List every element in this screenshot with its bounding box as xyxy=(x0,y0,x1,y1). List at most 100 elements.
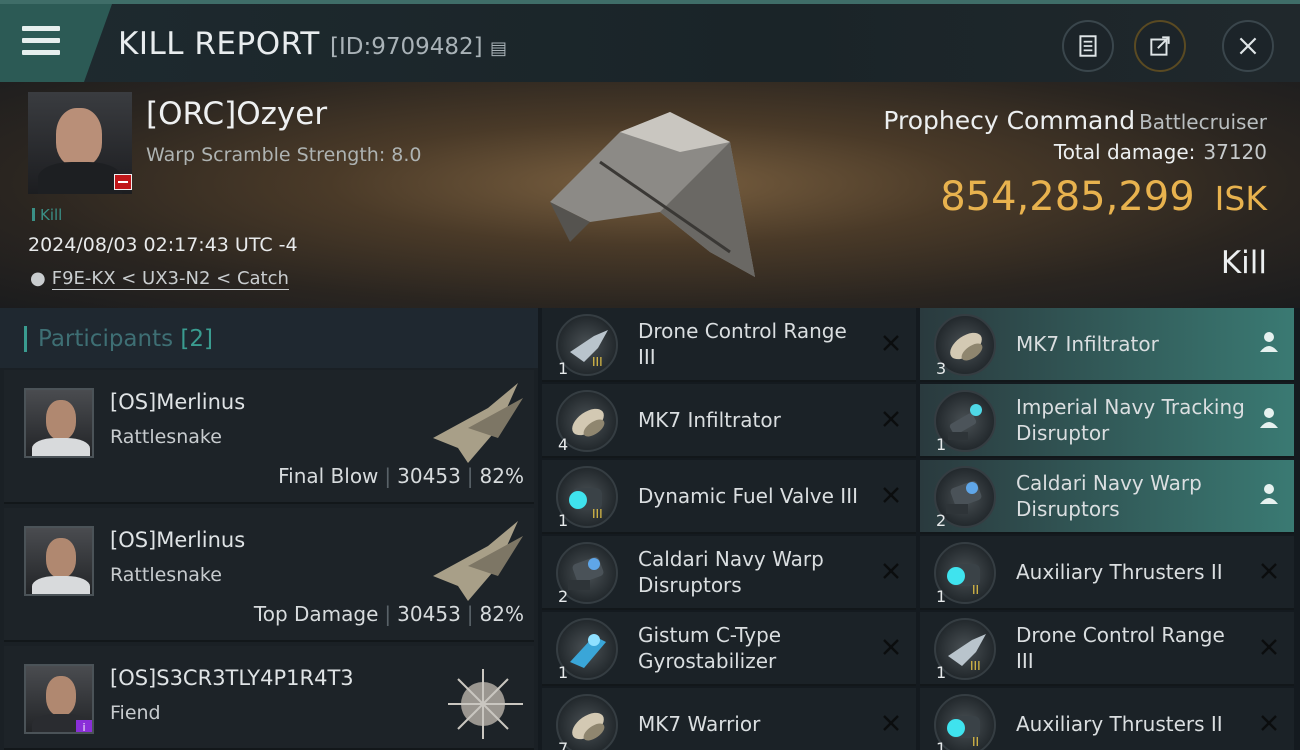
participant-avatar[interactable]: i xyxy=(24,664,94,734)
item-name: Drone Control Range III xyxy=(638,319,847,369)
victim-banner: [ORC]Ozyer Warp Scramble Strength: 8.0 K… xyxy=(0,82,1300,308)
participants-panel: Participants [2] [OS]Merlinus Rattlesnak… xyxy=(0,308,538,750)
kill-tag: Kill xyxy=(32,206,62,224)
participant-ship-image xyxy=(433,383,523,463)
menu-tab[interactable] xyxy=(0,4,112,82)
participant-card[interactable]: i [OS]S3CR3TLY4P1R4T3 Fiend xyxy=(4,646,534,750)
item-tile[interactable]: 2 Caldari Navy Warp Disruptors xyxy=(542,536,916,610)
participant-name[interactable]: [OS]Merlinus xyxy=(110,528,245,552)
share-icon xyxy=(1150,36,1170,56)
report-id[interactable]: [ID:9709482] ▤ xyxy=(330,34,507,60)
ship-class: Battlecruiser xyxy=(1139,110,1267,134)
item-tile[interactable]: II 1 Auxiliary Thrusters II xyxy=(920,688,1294,750)
item-quantity: 1 xyxy=(936,587,947,606)
pilot-icon[interactable] xyxy=(1258,406,1280,430)
item-name: Gistum C-Type Gyrostabilizer xyxy=(638,623,782,673)
location-link[interactable]: F9E-KX < UX3-N2 < Catch xyxy=(51,268,289,290)
svg-text:III: III xyxy=(970,659,981,673)
destroyed-x-icon xyxy=(883,563,899,579)
header-bar: KILL REPORT [ID:9709482] ▤ xyxy=(0,0,1300,82)
warp-scramble-strength: Warp Scramble Strength: 8.0 xyxy=(146,144,422,166)
item-name: MK7 Infiltrator xyxy=(1016,332,1159,356)
svg-text:II: II xyxy=(972,735,979,749)
item-tile[interactable]: 3 MK7 Infiltrator xyxy=(920,308,1294,382)
info-badge-icon: i xyxy=(76,720,92,732)
participant-damage: 30453 xyxy=(397,464,461,488)
item-name: Imperial Navy Tracking Disruptor xyxy=(1016,395,1245,445)
participant-avatar[interactable] xyxy=(24,388,94,458)
copy-icon[interactable]: ▤ xyxy=(490,38,507,59)
share-button[interactable] xyxy=(1134,20,1186,72)
pilot-icon[interactable] xyxy=(1258,482,1280,506)
participant-ship-image xyxy=(433,521,523,601)
participants-header: Participants [2] xyxy=(0,308,538,368)
isk-amount: 854,285,299 xyxy=(940,174,1195,220)
report-id-text: [ID:9709482] xyxy=(330,34,483,60)
item-name: Auxiliary Thrusters II xyxy=(1016,560,1223,584)
item-quantity: 1 xyxy=(558,663,569,682)
hamburger-menu-icon[interactable] xyxy=(22,26,60,58)
item-tile[interactable]: III 1 Drone Control Range III xyxy=(542,308,916,382)
participant-stats: Top Damage | 30453 | 82% xyxy=(253,602,524,626)
item-quantity: 1 xyxy=(558,359,569,378)
item-name: Dynamic Fuel Valve III xyxy=(638,484,858,508)
item-name: Drone Control Range III xyxy=(1016,623,1225,673)
destroyed-x-icon xyxy=(1261,639,1277,655)
victim-name[interactable]: [ORC]Ozyer xyxy=(146,96,327,132)
close-icon xyxy=(1239,37,1257,55)
item-name: Caldari Navy Warp Disruptors xyxy=(1016,471,1202,521)
participant-card[interactable]: [OS]Merlinus Rattlesnake Top Damage | 3045… xyxy=(4,508,534,642)
participant-ship-image xyxy=(448,669,523,739)
destroyed-x-icon xyxy=(883,335,899,351)
destroyed-x-icon xyxy=(1261,563,1277,579)
destroyed-x-icon xyxy=(883,487,899,503)
total-damage-label: Total damage: xyxy=(1053,140,1196,164)
item-tile[interactable]: II 1 Auxiliary Thrusters II xyxy=(920,536,1294,610)
item-name: MK7 Warrior xyxy=(638,712,761,736)
total-damage: Total damage: 37120 xyxy=(1054,140,1267,164)
victim-ship-image xyxy=(550,112,755,277)
svg-text:II: II xyxy=(972,583,979,597)
participants-label: Participants xyxy=(38,326,174,352)
participants-count: [2] xyxy=(180,326,214,352)
item-tile[interactable]: 7 MK7 Warrior xyxy=(542,688,916,750)
participant-percent: 82% xyxy=(479,602,524,626)
item-tile[interactable]: 2 Caldari Navy Warp Disruptors xyxy=(920,460,1294,534)
destroyed-x-icon xyxy=(883,639,899,655)
kill-datetime: 2024/08/03 02:17:43 UTC -4 xyxy=(28,234,298,256)
victim-ship[interactable]: Prophecy Command Battlecruiser xyxy=(883,106,1267,135)
close-button[interactable] xyxy=(1222,20,1274,72)
isk-unit: ISK xyxy=(1214,179,1267,218)
item-tile[interactable]: 1 Gistum C-Type Gyrostabilizer xyxy=(542,612,916,686)
participant-avatar[interactable] xyxy=(24,526,94,596)
destroyed-x-icon xyxy=(883,411,899,427)
standing-badge-icon xyxy=(114,174,132,190)
item-quantity: 1 xyxy=(558,511,569,530)
item-name: Caldari Navy Warp Disruptors xyxy=(638,547,824,597)
ship-name: Prophecy Command xyxy=(883,106,1136,135)
clipboard-button[interactable] xyxy=(1062,20,1114,72)
item-quantity: 2 xyxy=(558,587,569,606)
item-quantity: 1 xyxy=(936,663,947,682)
participant-damage: 30453 xyxy=(397,602,461,626)
participant-name[interactable]: [OS]S3CR3TLY4P1R4T3 xyxy=(110,666,354,690)
participant-name[interactable]: [OS]Merlinus xyxy=(110,390,245,414)
item-tile[interactable]: 1 Imperial Navy Tracking Disruptor xyxy=(920,384,1294,458)
kill-location[interactable]: ● F9E-KX < UX3-N2 < Catch xyxy=(30,268,289,290)
item-tile[interactable]: 4 MK7 Infiltrator xyxy=(542,384,916,458)
item-tile[interactable]: III 1 Drone Control Range III xyxy=(920,612,1294,686)
isk-value: 854,285,299 ISK xyxy=(940,174,1267,220)
item-tile[interactable]: III 1 Dynamic Fuel Valve III xyxy=(542,460,916,534)
item-name: MK7 Infiltrator xyxy=(638,408,781,432)
location-pin-icon: ● xyxy=(30,268,46,289)
pilot-icon[interactable] xyxy=(1258,330,1280,354)
participant-stats: Final Blow | 30453 | 82% xyxy=(278,464,524,488)
participant-card[interactable]: [OS]Merlinus Rattlesnake Final Blow | 3045… xyxy=(4,370,534,504)
participant-role: Final Blow xyxy=(278,464,379,488)
svg-text:III: III xyxy=(592,507,603,521)
destroyed-x-icon xyxy=(883,715,899,731)
item-name: Auxiliary Thrusters II xyxy=(1016,712,1223,736)
item-quantity: 7 xyxy=(558,739,569,750)
item-quantity: 1 xyxy=(936,739,947,750)
participant-role: Top Damage xyxy=(253,602,379,626)
